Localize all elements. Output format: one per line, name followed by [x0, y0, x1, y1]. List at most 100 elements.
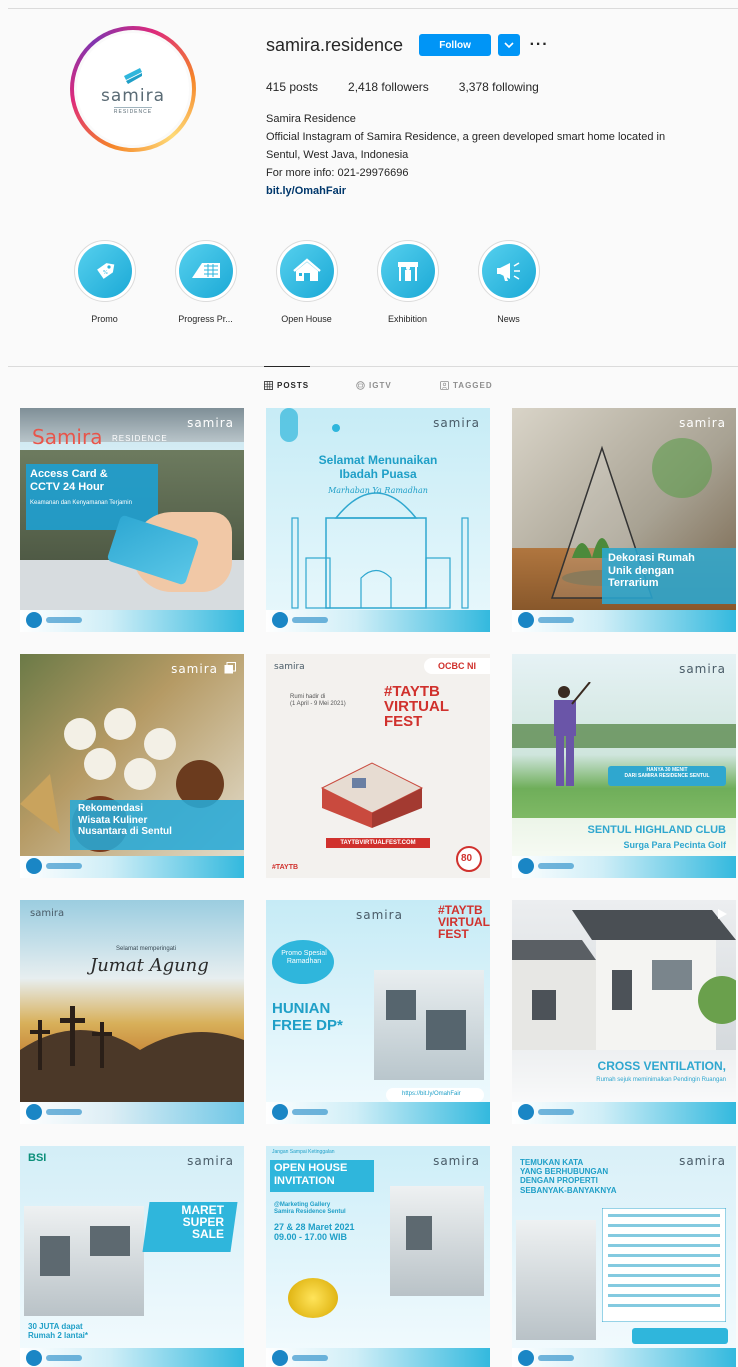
- post-title: MARET SUPER SALE: [181, 1203, 224, 1241]
- svg-text:%: %: [103, 270, 108, 276]
- top-border: [8, 8, 738, 9]
- followers-link[interactable]: 2,418 followers: [348, 80, 429, 94]
- price-tag-icon: %: [96, 263, 114, 279]
- post-ramadhan[interactable]: samira Selamat Menunaikan Ibadah Puasa M…: [266, 408, 490, 632]
- post-brand: samira: [187, 1154, 234, 1168]
- post-terrarium[interactable]: samira Dekorasi Rumah Unik dengan Terrar…: [512, 408, 736, 632]
- posts-count: 415 posts: [266, 80, 319, 94]
- post-title: #TAYTB VIRTUAL FEST: [384, 683, 449, 730]
- follow-button[interactable]: Follow: [419, 34, 492, 56]
- more-options-button[interactable]: ···: [528, 34, 550, 56]
- highlight-exhibition[interactable]: Exhibition: [357, 240, 458, 324]
- post-subtitle: Surga Para Pecinta Golf: [623, 840, 726, 850]
- logo-sub: RESIDENCE: [113, 106, 153, 115]
- post-brand: samira: [679, 1154, 726, 1168]
- active-tab-indicator: [264, 366, 310, 367]
- post-brand: samira: [356, 908, 403, 922]
- event-url: TAYTBVIRTUALFEST.COM: [340, 840, 416, 846]
- following-link[interactable]: 3,378 following: [459, 80, 539, 94]
- golfer-illustration: [554, 682, 591, 786]
- phone-icon: [26, 858, 42, 874]
- post-title: Rekomendasi Wisata Kuliner Nusantara di …: [78, 803, 172, 837]
- profile-bio: Samira Residence Official Instagram of S…: [266, 110, 726, 200]
- bank-logo: OCBC NI: [438, 661, 476, 671]
- highlight-open-house[interactable]: Open House: [256, 240, 357, 324]
- tab-tagged[interactable]: TAGGED: [440, 381, 493, 390]
- phone-icon: [518, 1104, 534, 1120]
- video-play-icon: [718, 909, 727, 919]
- tab-posts[interactable]: POSTS: [264, 381, 309, 390]
- post-footer: #TAYTB: [272, 864, 299, 871]
- post-cross-ventilation[interactable]: CROSS VENTILATION, Rumah sejuk meminimal…: [512, 900, 736, 1124]
- igtv-icon: [356, 381, 365, 390]
- post-taytb-fest[interactable]: samira OCBC NI Rumi hadir di (1 April - …: [266, 654, 490, 878]
- post-title: Dekorasi Rumah Unik dengan Terrarium: [608, 552, 695, 590]
- post-title: TEMUKAN KATA YANG BERHUBUNGAN DENGAN PRO…: [520, 1158, 617, 1195]
- profile-stats: 415 posts 2,418 followers 3,378 followin…: [266, 80, 569, 94]
- story-highlights: % Promo Progress Pr... Open House Exhibi…: [54, 240, 559, 324]
- phone-icon: [272, 1104, 288, 1120]
- post-title: CROSS VENTILATION,: [597, 1059, 726, 1073]
- phone-icon: [272, 612, 288, 628]
- phone-icon: [26, 1104, 42, 1120]
- post-brand: samira: [679, 416, 726, 430]
- post-brand: samira: [274, 662, 305, 672]
- profile-avatar[interactable]: samira RESIDENCE: [70, 26, 196, 152]
- username-row: samira.residence Follow ···: [266, 34, 550, 56]
- house-photo: [516, 1220, 596, 1340]
- house-photo: [390, 1186, 484, 1296]
- anniversary-badge: 80: [461, 853, 473, 864]
- highlight-promo[interactable]: % Promo: [54, 240, 155, 324]
- mosque-illustration: [280, 408, 469, 609]
- post-small-text: Selamat memperingati: [116, 946, 177, 952]
- post-small-text: Jangan Sampai Ketinggalan: [272, 1149, 335, 1155]
- bio-line: Official Instagram of Samira Residence, …: [266, 131, 666, 143]
- samira-leaf-icon: [124, 67, 142, 84]
- carousel-icon: [224, 662, 236, 674]
- post-free-dp[interactable]: samira #TAYTB VIRTUAL FEST Promo Spesial…: [266, 900, 490, 1124]
- event-tag: #TAYTB VIRTUAL FEST: [438, 903, 490, 941]
- promo-link: https://bit.ly/OmahFair: [402, 1091, 461, 1097]
- phone-icon: [26, 1350, 42, 1366]
- full-name: Samira Residence: [266, 113, 356, 125]
- post-title: OPEN HOUSE INVITATION: [274, 1162, 348, 1187]
- post-title: Selamat Menunaikan Ibadah Puasa: [318, 453, 438, 481]
- post-word-search[interactable]: TEMUKAN KATA YANG BERHUBUNGAN DENGAN PRO…: [512, 1146, 736, 1367]
- post-golf[interactable]: samira HANYA 30 MENIT DARI SAMIRA RESIDE…: [512, 654, 736, 878]
- post-subtitle: Rumah sejuk meminimalkan Pendingin Ruang…: [596, 1077, 726, 1083]
- tab-igtv[interactable]: IGTV: [356, 381, 392, 390]
- post-jumat-agung[interactable]: samira Selamat memperingati Jumat Agung: [20, 900, 244, 1124]
- post-title: Jumat Agung: [90, 955, 209, 976]
- logo-word: samira: [101, 85, 165, 106]
- durian-illustration: [288, 1278, 338, 1318]
- booth-icon: [397, 262, 418, 281]
- suggested-dropdown-button[interactable]: [498, 34, 521, 56]
- bio-line: Sentul, West Java, Indonesia: [266, 149, 409, 161]
- megaphone-icon: [496, 262, 520, 281]
- highlight-progress[interactable]: Progress Pr...: [155, 240, 256, 324]
- post-brand: samira: [433, 1154, 480, 1168]
- highlight-label: News: [497, 314, 520, 324]
- post-brand: samira: [171, 662, 218, 676]
- crosses-illustration: [20, 1006, 244, 1124]
- bio-link[interactable]: bit.ly/OmahFair: [266, 182, 726, 200]
- post-title: HUNIAN FREE DP*: [272, 1000, 343, 1035]
- post-title: Access Card & CCTV 24 Hour: [30, 468, 108, 493]
- post-brand: samira: [433, 416, 480, 430]
- tabs-divider: [8, 366, 738, 367]
- bank-logo: BSI: [28, 1152, 47, 1164]
- phone-icon: [26, 612, 42, 628]
- post-subtitle: Marhaban Ya Ramadhan: [328, 486, 428, 495]
- post-brand: samira: [30, 908, 65, 919]
- post-open-house[interactable]: Jangan Sampai Ketinggalan samira OPEN HO…: [266, 1146, 490, 1367]
- post-kuliner[interactable]: samira Rekomendasi Wisata Kuliner Nusant…: [20, 654, 244, 878]
- post-access-card[interactable]: Samira RESIDENCE samira Access Card & CC…: [20, 408, 244, 632]
- tagged-icon: [440, 381, 449, 390]
- highlight-label: Exhibition: [387, 314, 428, 324]
- post-maret-sale[interactable]: BSI samira MARET SUPER SALE 30 JUTA dapa…: [20, 1146, 244, 1367]
- post-brand: samira: [679, 662, 726, 676]
- highlight-news[interactable]: News: [458, 240, 559, 324]
- chevron-down-icon: [504, 42, 514, 49]
- tab-label: TAGGED: [453, 381, 493, 390]
- post-subtitle: Keamanan dan Kenyamanan Terjamin: [30, 500, 132, 506]
